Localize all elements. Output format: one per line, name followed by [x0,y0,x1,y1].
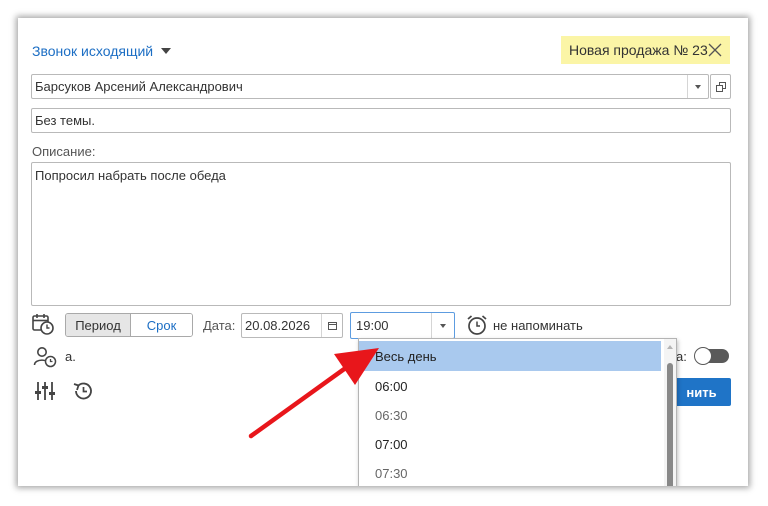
deal-badge: Новая продажа № 23 [561,36,730,64]
calendar-clock-icon[interactable] [32,313,54,335]
time-option-label: 07:30 [375,466,408,481]
period-deadline-switch: Период Срок [65,313,193,337]
save-button-label: нить [686,384,717,400]
settings-sliders-icon[interactable] [34,380,56,402]
time-option-all-day[interactable]: Весь день [359,341,661,371]
time-dropdown-button[interactable] [431,313,454,338]
period-label: Период [75,317,121,333]
time-option[interactable]: 06:00 [359,372,661,401]
subject-field[interactable]: Без темы. [31,108,731,133]
toggle-label: а: [676,349,687,364]
responsible-user-icon[interactable] [33,346,57,368]
time-option[interactable]: 07:30 [359,459,661,486]
date-label: Дата: [203,318,236,333]
open-window-icon [715,81,726,92]
subject-value: Без темы. [35,113,95,128]
contact-value: Барсуков Арсений Александрович [35,79,243,94]
activity-type-label: Звонок исходящий [32,43,154,59]
alarm-clock-icon[interactable] [466,314,488,336]
dropdown-scrollbar[interactable] [664,339,676,486]
close-icon[interactable] [708,43,722,57]
dropdown-arrow-icon [440,323,446,328]
period-button[interactable]: Период [66,314,131,336]
activity-type-selector[interactable]: Звонок исходящий [32,42,172,60]
contact-field[interactable]: Барсуков Арсений Александрович [31,74,709,99]
deadline-label: Срок [146,317,177,333]
toggle-switch[interactable] [694,347,729,365]
deal-badge-label[interactable]: Новая продажа № 23 [569,42,708,58]
contact-dropdown-button[interactable] [687,75,708,98]
annotation-arrow [248,348,379,439]
open-contact-button[interactable] [710,74,731,99]
reminder-label[interactable]: не напоминать [493,318,583,333]
time-option[interactable]: 07:00 [359,430,661,459]
responsible-text: а. [65,349,76,364]
toggle-knob [694,347,712,365]
chevron-down-icon [161,48,172,54]
calendar-icon [327,321,337,330]
description-label: Описание: [32,144,96,159]
time-option-label: Весь день [375,348,437,364]
scroll-up-arrow-icon[interactable] [667,345,673,349]
time-option[interactable]: 06:30 [359,401,661,430]
dropdown-arrow-icon [695,84,701,89]
time-dropdown-list: Весь день 06:00 06:30 07:00 07:30 [358,338,677,486]
history-icon[interactable] [72,380,94,402]
description-value: Попросил набрать после обеда [35,168,226,183]
deadline-button[interactable]: Срок [131,314,192,336]
scrollbar-thumb[interactable] [667,363,673,486]
activity-form: Звонок исходящий Новая продажа № 23 Барс… [18,18,748,486]
description-textarea[interactable]: Попросил набрать после обеда [31,162,731,306]
